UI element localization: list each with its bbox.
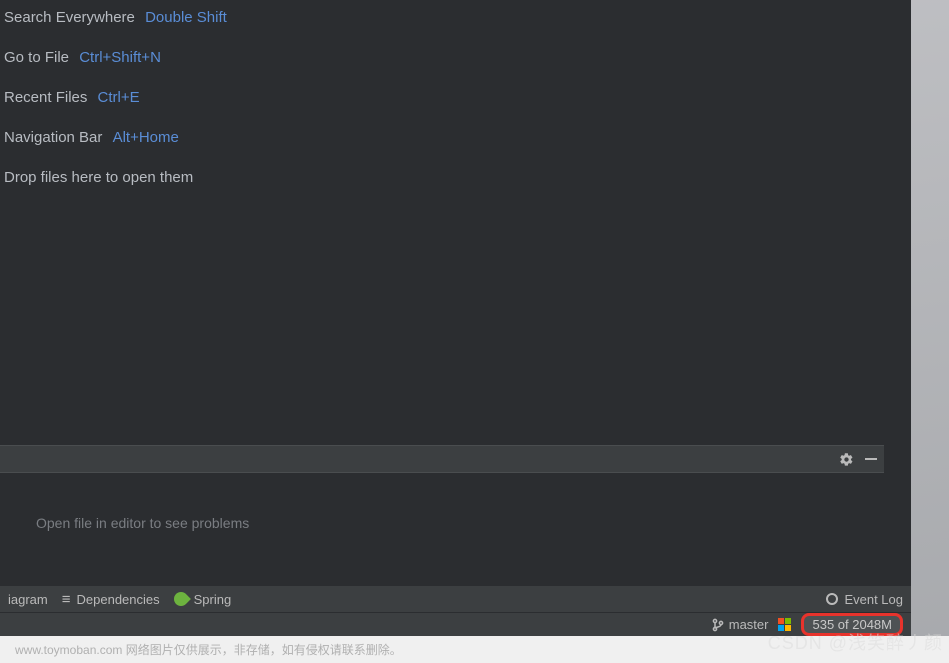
hint-navigation-bar[interactable]: Navigation Bar Alt+Home	[4, 128, 880, 148]
tab-label: iagram	[8, 592, 48, 607]
hint-shortcut: Ctrl+E	[98, 89, 140, 106]
tab-spring[interactable]: Spring	[174, 592, 232, 607]
hint-label: Search Everywhere	[4, 9, 135, 26]
git-branch-widget[interactable]: master	[711, 617, 769, 632]
hint-shortcut: Alt+Home	[113, 129, 179, 146]
footer-disclaimer: www.toymoban.com 网络图片仅供展示，非存储，如有侵权请联系删除。	[15, 641, 402, 658]
branch-name: master	[729, 617, 769, 632]
gear-icon[interactable]	[839, 452, 854, 467]
hint-recent-files[interactable]: Recent Files Ctrl+E	[4, 88, 880, 108]
memory-text: 535 of 2048M	[812, 617, 892, 632]
tab-diagram[interactable]: iagram	[8, 592, 48, 607]
bottom-tool-bar: iagram Dependencies Spring Event Log	[0, 586, 911, 612]
tab-label: Spring	[194, 592, 232, 607]
tab-event-log[interactable]: Event Log	[826, 592, 903, 607]
problems-empty-text: Open file in editor to see problems	[36, 515, 848, 531]
tab-label: Event Log	[844, 592, 903, 607]
editor-empty-area[interactable]: Search Everywhere Double Shift Go to Fil…	[0, 0, 884, 445]
problems-panel: Open file in editor to see problems	[0, 473, 884, 586]
drop-files-hint: Drop files here to open them	[4, 168, 880, 188]
windows-icon[interactable]	[778, 618, 791, 631]
hint-search-everywhere[interactable]: Search Everywhere Double Shift	[4, 8, 880, 28]
hint-shortcut: Ctrl+Shift+N	[79, 49, 161, 66]
hint-shortcut: Double Shift	[145, 9, 227, 26]
minimize-icon[interactable]	[864, 452, 878, 466]
memory-indicator[interactable]: 535 of 2048M	[801, 613, 903, 636]
hint-label: Navigation Bar	[4, 129, 102, 146]
git-branch-icon	[711, 618, 725, 632]
hint-label: Go to File	[4, 49, 69, 66]
problems-tool-header	[0, 445, 884, 473]
layers-icon	[62, 591, 71, 608]
hint-label: Recent Files	[4, 89, 87, 106]
ide-window: Search Everywhere Double Shift Go to Fil…	[0, 0, 911, 636]
status-bar: master 535 of 2048M	[0, 612, 911, 636]
tab-label: Dependencies	[77, 592, 160, 607]
hint-go-to-file[interactable]: Go to File Ctrl+Shift+N	[4, 48, 880, 68]
event-log-icon	[826, 593, 838, 605]
spring-leaf-icon	[171, 589, 191, 609]
tab-dependencies[interactable]: Dependencies	[62, 591, 160, 608]
